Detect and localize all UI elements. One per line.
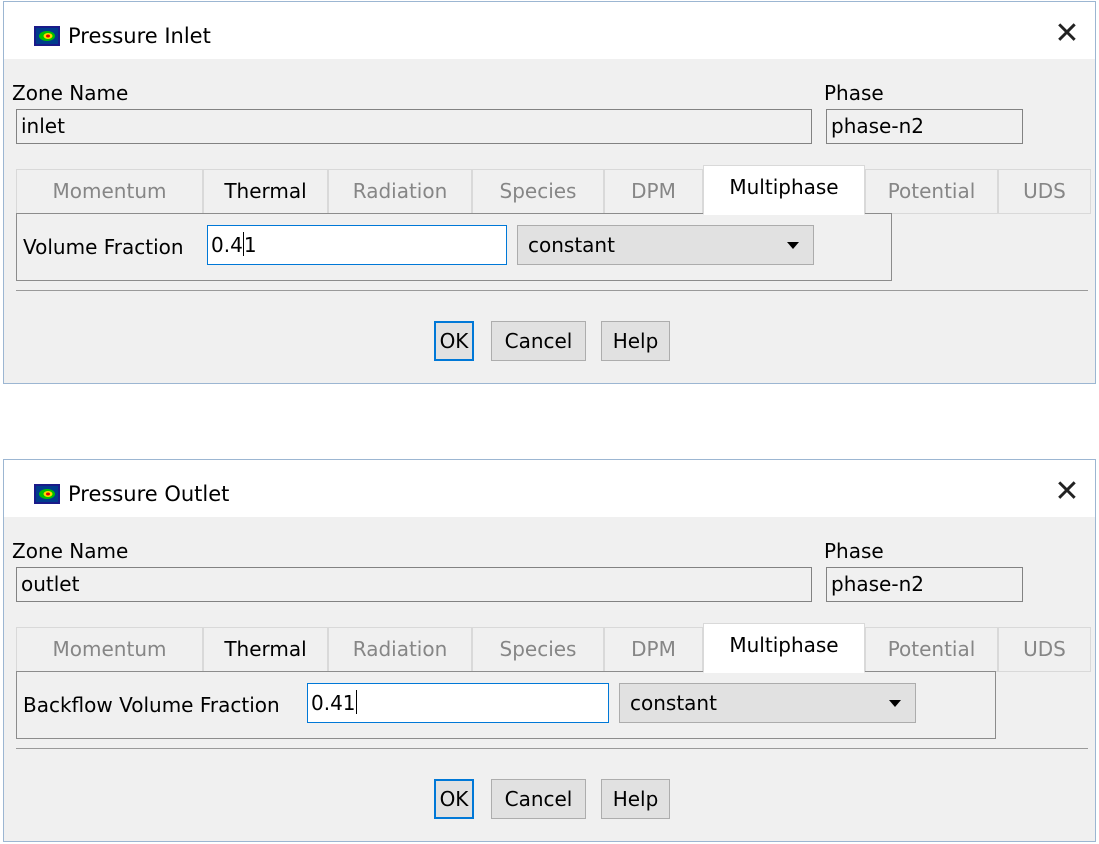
input-text-after-caret: 1 xyxy=(243,233,257,257)
cancel-button[interactable]: Cancel xyxy=(491,779,586,819)
tab-dpm[interactable]: DPM xyxy=(604,627,703,672)
method-dropdown[interactable]: constant xyxy=(619,683,916,723)
tab-multiphase[interactable]: Multiphase xyxy=(703,623,865,673)
tab-radiation[interactable]: Radiation xyxy=(328,169,472,214)
ok-button[interactable]: OK xyxy=(434,321,474,361)
phase-field[interactable]: phase-n2 xyxy=(826,109,1023,144)
tab-thermal[interactable]: Thermal xyxy=(203,169,328,214)
tab-thermal[interactable]: Thermal xyxy=(203,627,328,672)
tab-bar: Momentum Thermal Radiation Species DPM M… xyxy=(16,165,1091,215)
tab-species[interactable]: Species xyxy=(472,169,604,214)
close-icon[interactable]: ✕ xyxy=(1047,14,1087,54)
volume-fraction-input[interactable]: 0.41 xyxy=(207,225,507,265)
fluent-app-icon xyxy=(34,484,60,504)
zone-name-field[interactable]: inlet xyxy=(16,109,812,144)
ok-button[interactable]: OK xyxy=(434,779,474,819)
divider xyxy=(16,748,1088,749)
zone-name-field[interactable]: outlet xyxy=(16,567,812,602)
zone-name-label: Zone Name xyxy=(12,539,129,563)
method-dropdown[interactable]: constant xyxy=(517,225,814,265)
dialog-title: Pressure Outlet xyxy=(68,482,230,506)
pressure-inlet-dialog: Pressure Inlet ✕ Zone Name inlet Phase p… xyxy=(3,1,1096,384)
tab-uds[interactable]: UDS xyxy=(998,169,1091,214)
pressure-outlet-dialog: Pressure Outlet ✕ Zone Name outlet Phase… xyxy=(3,459,1096,842)
tab-radiation[interactable]: Radiation xyxy=(328,627,472,672)
tab-multiphase[interactable]: Multiphase xyxy=(703,165,865,215)
divider xyxy=(16,290,1088,291)
input-text-before-caret: 0.41 xyxy=(311,691,356,715)
multiphase-panel: Volume Fraction 0.41 constant xyxy=(16,213,892,281)
dialog-title: Pressure Inlet xyxy=(68,24,211,48)
fluent-app-icon xyxy=(34,26,60,46)
tab-uds[interactable]: UDS xyxy=(998,627,1091,672)
tab-species[interactable]: Species xyxy=(472,627,604,672)
backflow-volume-fraction-input[interactable]: 0.41 xyxy=(307,683,609,723)
tab-potential[interactable]: Potential xyxy=(865,169,998,214)
help-button[interactable]: Help xyxy=(601,321,670,361)
cancel-button[interactable]: Cancel xyxy=(491,321,586,361)
tab-potential[interactable]: Potential xyxy=(865,627,998,672)
phase-label: Phase xyxy=(824,81,884,105)
chevron-down-icon xyxy=(889,700,901,707)
help-button[interactable]: Help xyxy=(601,779,670,819)
title-bar: Pressure Inlet ✕ xyxy=(4,2,1095,59)
input-text-before-caret: 0.4 xyxy=(211,233,243,257)
tab-dpm[interactable]: DPM xyxy=(604,169,703,214)
text-caret xyxy=(355,690,357,714)
zone-name-label: Zone Name xyxy=(12,81,129,105)
backflow-volume-fraction-label: Backflow Volume Fraction xyxy=(23,693,280,717)
tab-momentum[interactable]: Momentum xyxy=(16,627,203,672)
title-bar: Pressure Outlet ✕ xyxy=(4,460,1095,517)
close-icon[interactable]: ✕ xyxy=(1047,472,1087,512)
phase-field[interactable]: phase-n2 xyxy=(826,567,1023,602)
volume-fraction-label: Volume Fraction xyxy=(23,235,184,259)
phase-label: Phase xyxy=(824,539,884,563)
tab-momentum[interactable]: Momentum xyxy=(16,169,203,214)
tab-bar: Momentum Thermal Radiation Species DPM M… xyxy=(16,623,1091,673)
method-value: constant xyxy=(630,691,717,715)
chevron-down-icon xyxy=(787,242,799,249)
multiphase-panel: Backflow Volume Fraction 0.41 constant xyxy=(16,671,996,739)
method-value: constant xyxy=(528,233,615,257)
